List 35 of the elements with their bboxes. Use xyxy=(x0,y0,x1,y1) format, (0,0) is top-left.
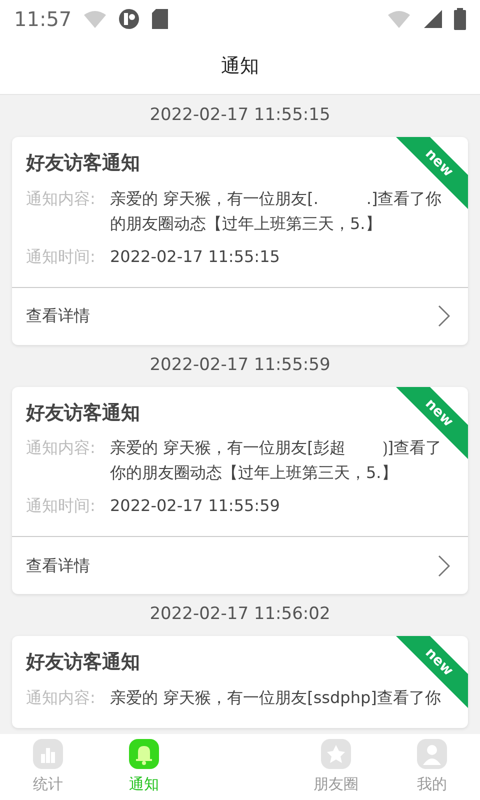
tab-item[interactable]: 朋友圈 xyxy=(288,734,384,800)
chevron-right-icon xyxy=(438,305,450,327)
wifi-icon xyxy=(84,10,106,28)
notification-content: 亲爱的 穿天猴，有一位朋友[. .]查看了你的朋友圈动态【过年上班第三天，5.】 xyxy=(110,188,443,234)
app-icon xyxy=(118,8,140,30)
chevron-right-icon xyxy=(438,554,450,576)
date-header: 2022-02-17 11:55:15 xyxy=(148,104,332,127)
status-time: 11:57 xyxy=(14,6,72,33)
notification-content: 亲爱的 穿天猴，有一位朋友[ssdphp]查看了你 xyxy=(110,686,442,708)
bell-icon xyxy=(128,738,160,770)
field-label: 通知内容: xyxy=(26,188,96,210)
field-label: 通知内容: xyxy=(26,686,96,708)
notification-title: 好友访客通知 xyxy=(26,400,140,426)
tab-item[interactable]: 统计 xyxy=(0,734,96,800)
notification-title: 好友访客通知 xyxy=(26,151,140,176)
tab-item[interactable]: 我的 xyxy=(384,734,480,800)
signal-icon xyxy=(424,10,442,28)
field-label: 通知时间: xyxy=(26,246,96,268)
battery-icon xyxy=(454,8,466,30)
notification-time: 2022-02-17 11:55:15 xyxy=(110,246,281,268)
page-title: 通知 xyxy=(221,54,259,79)
notification-time: 2022-02-17 11:55:59 xyxy=(110,495,281,517)
date-header: 2022-02-17 11:55:59 xyxy=(148,354,332,376)
notification-title: 好友访客通知 xyxy=(26,650,140,675)
field-label: 通知内容: xyxy=(26,437,96,459)
sd-card-icon xyxy=(152,9,168,29)
details-link[interactable]: 查看详情 xyxy=(12,536,468,594)
person-icon xyxy=(416,738,448,770)
details-link[interactable]: 查看详情 xyxy=(12,286,468,344)
date-header: 2022-02-17 11:56:02 xyxy=(148,603,332,626)
wifi-icon xyxy=(388,10,412,28)
field-label: 通知时间: xyxy=(26,495,96,517)
tab-item[interactable]: 通知 xyxy=(96,734,192,800)
chart-icon xyxy=(32,738,64,770)
notification-content: 亲爱的 穿天猴，有一位朋友[彭超 ⟯]查看了你的朋友圈动态【过年上班第三天，5.】 xyxy=(110,437,443,484)
